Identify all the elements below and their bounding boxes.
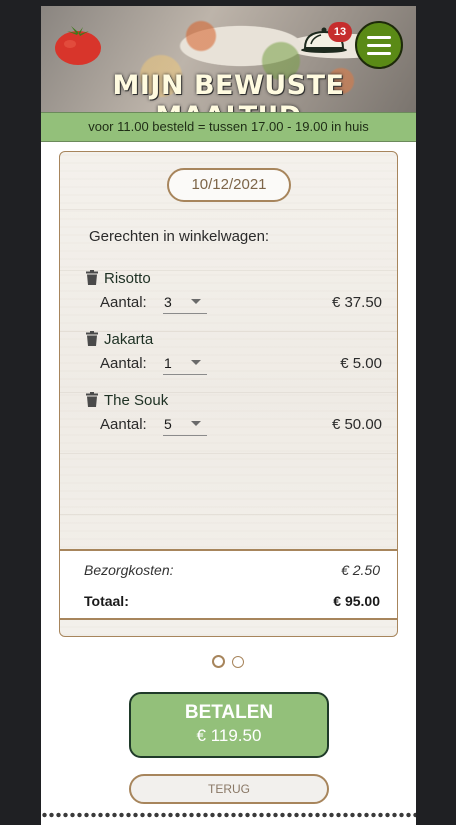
- quantity-value: 3: [164, 294, 172, 310]
- trash-icon[interactable]: [86, 270, 98, 285]
- item-name: Jakarta: [104, 331, 154, 348]
- menu-bar: [367, 35, 391, 39]
- quantity-label: Aantal:: [100, 355, 147, 372]
- quantity-select[interactable]: 3: [163, 294, 207, 314]
- header-banner: 13 MIJN BEWUSTE MAALTIJD: [41, 6, 416, 112]
- item-price: € 5.00: [340, 355, 382, 372]
- cart-count-badge: 13: [328, 22, 352, 42]
- menu-bar: [367, 43, 391, 47]
- pagination-dot-active[interactable]: [212, 655, 225, 668]
- total-label: Totaal:: [84, 593, 129, 609]
- item-price: € 50.00: [331, 416, 382, 433]
- item-name: Risotto: [104, 270, 151, 287]
- quantity-label: Aantal:: [100, 416, 147, 433]
- footer-divider: [41, 812, 416, 818]
- brand-title[interactable]: MIJN BEWUSTE MAALTIJD: [41, 70, 416, 112]
- order-date[interactable]: 10/12/2021: [167, 168, 291, 202]
- quantity-value: 1: [164, 355, 172, 371]
- order-summary: Bezorgkosten: € 2.50 Totaal: € 95.00: [60, 549, 397, 620]
- quantity-select[interactable]: 5: [163, 416, 207, 436]
- quantity-value: 5: [164, 416, 172, 432]
- back-button[interactable]: TERUG: [129, 774, 329, 804]
- item-price: € 37.50: [331, 294, 382, 311]
- delivery-costs-row: Bezorgkosten: € 2.50: [84, 562, 380, 578]
- pay-button[interactable]: BETALEN € 119.50: [129, 692, 329, 758]
- delivery-costs-value: € 2.50: [341, 562, 380, 578]
- chevron-down-icon: [191, 360, 201, 365]
- cart-item: Risotto Aantal: 3 € 37.50: [86, 268, 382, 318]
- chevron-down-icon: [191, 299, 201, 304]
- cart-item: The Souk Aantal: 5 € 50.00: [86, 390, 382, 440]
- tomato-icon[interactable]: [53, 22, 103, 66]
- quantity-label: Aantal:: [100, 294, 147, 311]
- menu-bar: [367, 51, 391, 55]
- menu-button[interactable]: [355, 21, 403, 69]
- delivery-info-bar: voor 11.00 besteld = tussen 17.00 - 19.0…: [41, 112, 416, 142]
- item-name: The Souk: [104, 392, 169, 409]
- cart-item: Jakarta Aantal: 1 € 5.00: [86, 329, 382, 379]
- total-row: Totaal: € 95.00: [84, 593, 380, 609]
- trash-icon[interactable]: [86, 392, 98, 407]
- pagination-dot[interactable]: [232, 655, 244, 668]
- carousel-pagination: [212, 655, 244, 668]
- chevron-down-icon: [191, 421, 201, 426]
- quantity-select[interactable]: 1: [163, 355, 207, 375]
- pay-button-amount: € 119.50: [196, 726, 262, 745]
- delivery-costs-label: Bezorgkosten:: [84, 562, 174, 578]
- order-card: 10/12/2021 Gerechten in winkelwagen: Ris…: [59, 151, 398, 637]
- trash-icon[interactable]: [86, 331, 98, 346]
- pay-button-label: BETALEN: [184, 702, 274, 723]
- total-value: € 95.00: [333, 593, 380, 609]
- cart-heading: Gerechten in winkelwagen:: [89, 228, 270, 245]
- app-page: 13 MIJN BEWUSTE MAALTIJD voor 11.00 best…: [41, 6, 416, 825]
